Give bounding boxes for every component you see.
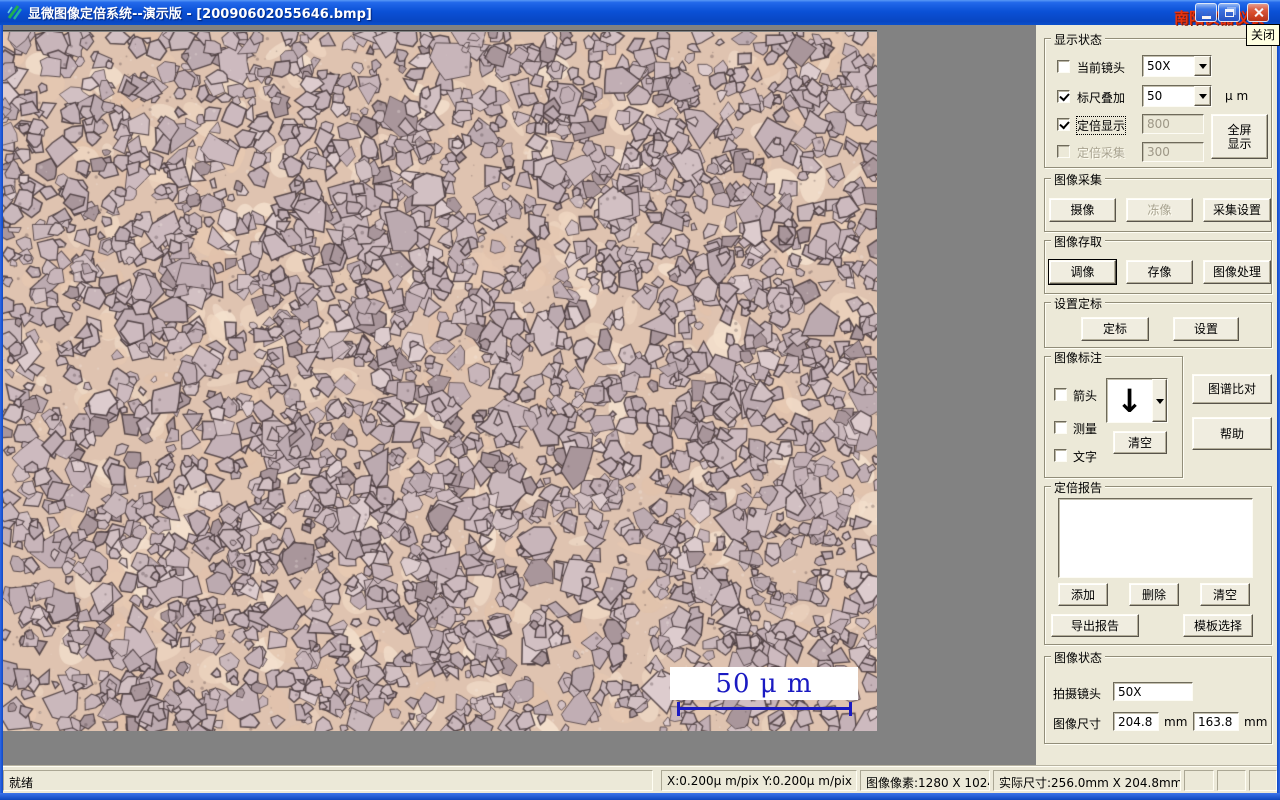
image-viewport: 50 μ m — [3, 30, 877, 731]
group-image-capture: 图像采集 摄像 冻像 采集设置 — [1044, 171, 1272, 232]
close-button[interactable] — [1247, 3, 1269, 22]
restore-button[interactable] — [1218, 3, 1240, 22]
current-lens-label: 当前镜头 — [1077, 61, 1126, 75]
report-delete-button[interactable]: 删除 — [1129, 583, 1179, 606]
group-set-calibration: 设置定标 定标 设置 — [1044, 295, 1272, 348]
group-title: 图像采集 — [1051, 171, 1106, 188]
title-bar: 显微图像定倍系统--演示版 - [20090602055646.bmp] 南阳仪… — [0, 0, 1280, 27]
arrow-style-value: ↓ — [1116, 381, 1143, 420]
close-icon — [1253, 7, 1264, 18]
current-lens-checkbox[interactable] — [1057, 60, 1070, 73]
window-title: 显微图像定倍系统--演示版 - [20090602055646.bmp] — [28, 7, 372, 22]
current-lens-combobox[interactable]: 50X — [1142, 55, 1212, 77]
calibrate-button[interactable]: 定标 — [1081, 317, 1149, 341]
status-pane-empty — [1217, 770, 1246, 791]
image-size-label: 图像尺寸 — [1053, 717, 1102, 731]
micrograph-image[interactable] — [3, 32, 877, 731]
capture-lens-label: 拍摄镜头 — [1053, 687, 1102, 701]
freeze-button: 冻像 — [1126, 198, 1193, 222]
template-select-button[interactable]: 模板选择 — [1183, 614, 1253, 637]
fullscreen-button-label: 全屏显示 — [1227, 122, 1252, 151]
text-checkbox[interactable] — [1054, 449, 1067, 462]
group-title: 图像存取 — [1051, 233, 1106, 250]
group-title: 设置定标 — [1051, 295, 1106, 312]
ruler-value: 50 — [1147, 89, 1163, 103]
fixed-display-label: 定倍显示 — [1075, 116, 1127, 135]
fullscreen-button[interactable]: 全屏显示 — [1211, 114, 1268, 159]
status-actual-size: 实际尺寸:256.0mm X 204.8mm — [993, 770, 1181, 791]
capture-button[interactable]: 摄像 — [1049, 198, 1116, 222]
ruler-overlay-checkbox[interactable] — [1057, 90, 1070, 103]
text-label: 文字 — [1073, 450, 1098, 464]
fixed-display-checkbox[interactable] — [1057, 118, 1070, 131]
fixed-capture-field: 300 — [1142, 142, 1204, 162]
restore-icon — [1224, 8, 1234, 17]
minimize-icon — [1201, 15, 1211, 19]
status-image-pixels: 图像像素:1280 X 1024 — [860, 770, 990, 791]
load-image-button[interactable]: 调像 — [1049, 260, 1116, 284]
fixed-capture-label: 定倍采集 — [1077, 146, 1126, 160]
scale-bar-label: 50 μ m — [670, 667, 858, 700]
app-window: 显微图像定倍系统--演示版 - [20090602055646.bmp] 南阳仪… — [0, 0, 1280, 800]
image-width-unit: mm — [1164, 715, 1188, 729]
report-add-button[interactable]: 添加 — [1058, 583, 1108, 606]
group-image-storage: 图像存取 调像 存像 图像处理 — [1044, 233, 1272, 294]
chevron-down-icon[interactable] — [1194, 86, 1211, 106]
arrow-style-combobox[interactable]: ↓ — [1106, 378, 1168, 423]
window-border-bottom — [0, 793, 1280, 800]
close-tooltip: 关闭 — [1246, 24, 1280, 46]
save-image-button[interactable]: 存像 — [1126, 260, 1193, 284]
settings-button[interactable]: 设置 — [1173, 317, 1239, 341]
export-report-button[interactable]: 导出报告 — [1051, 614, 1139, 637]
client-area: 50 μ m 显示状态 当前镜头 50X 标尺叠加 50 μ m 定倍显示 80… — [3, 25, 1277, 765]
group-image-annotation: 图像标注 箭头 ↓ 测量 文字 清空 — [1044, 349, 1183, 478]
status-ready: 就绪 — [3, 770, 653, 791]
image-processing-button[interactable]: 图像处理 — [1203, 260, 1271, 284]
fixed-display-field: 800 — [1142, 114, 1204, 134]
arrow-label: 箭头 — [1073, 389, 1098, 403]
image-height-unit: mm — [1244, 715, 1268, 729]
chevron-down-icon[interactable] — [1194, 56, 1211, 76]
help-button[interactable]: 帮助 — [1192, 417, 1272, 450]
group-title: 显示状态 — [1051, 31, 1106, 48]
minimize-button[interactable] — [1195, 3, 1217, 22]
window-border-left — [0, 25, 3, 793]
measure-checkbox[interactable] — [1054, 421, 1067, 434]
group-title: 图像标注 — [1051, 349, 1106, 366]
status-pixel-scale: X:0.200μ m/pix Y:0.200μ m/pix — [661, 770, 857, 791]
report-clear-button[interactable]: 清空 — [1200, 583, 1250, 606]
atlas-compare-button[interactable]: 图谱比对 — [1192, 374, 1272, 404]
group-report: 定倍报告 添加 删除 清空 导出报告 模板选择 — [1044, 479, 1272, 645]
group-display-status: 显示状态 当前镜头 50X 标尺叠加 50 μ m 定倍显示 800 定倍采集 … — [1044, 31, 1272, 168]
image-height-field: 163.8 — [1193, 712, 1239, 731]
measure-label: 测量 — [1073, 422, 1098, 436]
current-lens-value: 50X — [1147, 59, 1171, 73]
fixed-capture-checkbox — [1057, 145, 1070, 158]
control-panel: 显示状态 当前镜头 50X 标尺叠加 50 μ m 定倍显示 800 定倍采集 … — [1036, 25, 1277, 765]
ruler-overlay-label: 标尺叠加 — [1077, 91, 1126, 105]
app-icon — [7, 5, 22, 20]
status-pane-empty — [1249, 770, 1277, 791]
scale-bar-line — [677, 702, 852, 716]
capture-lens-field: 50X — [1113, 682, 1193, 701]
report-list[interactable] — [1058, 498, 1253, 578]
clear-annotation-button[interactable]: 清空 — [1113, 431, 1167, 454]
status-bar: 就绪 X:0.200μ m/pix Y:0.200μ m/pix 图像像素:12… — [3, 765, 1277, 793]
group-title: 定倍报告 — [1051, 479, 1106, 496]
status-pane-empty — [1184, 770, 1214, 791]
image-width-field: 204.8 — [1113, 712, 1159, 731]
arrow-checkbox[interactable] — [1054, 388, 1067, 401]
chevron-down-icon[interactable] — [1152, 379, 1167, 422]
capture-settings-button[interactable]: 采集设置 — [1203, 198, 1271, 222]
ruler-unit-label: μ m — [1225, 89, 1249, 103]
ruler-value-combobox[interactable]: 50 — [1142, 85, 1212, 107]
group-title: 图像状态 — [1051, 649, 1106, 666]
group-image-status: 图像状态 拍摄镜头 50X 图像尺寸 204.8 mm 163.8 mm — [1044, 649, 1272, 744]
